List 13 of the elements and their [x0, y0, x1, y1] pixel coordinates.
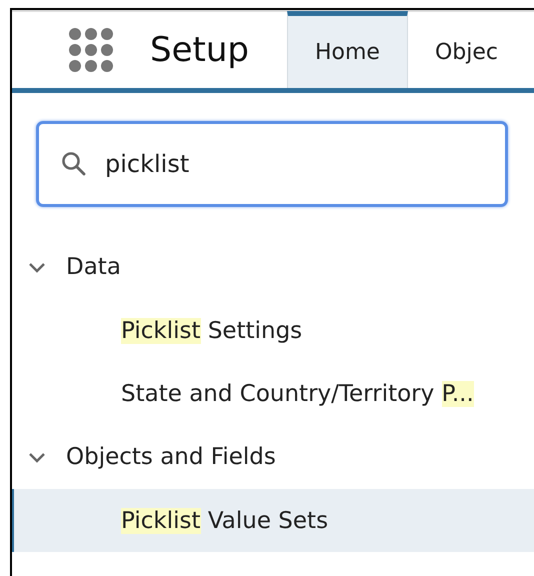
tree-group[interactable]: Objects and Fields: [66, 444, 276, 470]
app-title: Setup: [150, 30, 249, 70]
search-field[interactable]: picklist: [36, 121, 508, 207]
tree-item[interactable]: Picklist Settings: [121, 318, 302, 344]
nav-tab[interactable]: Objec: [408, 11, 525, 88]
search-icon: [61, 151, 87, 177]
tree-item[interactable]: State and Country/Territory P...: [121, 380, 474, 406]
nav-tab[interactable]: Home: [286, 11, 408, 88]
chevron-icon[interactable]: [28, 262, 46, 272]
app-launcher-icon[interactable]: [68, 28, 114, 72]
chevron-icon[interactable]: [28, 452, 46, 462]
tree-group[interactable]: Data: [66, 254, 121, 280]
tree-item[interactable]: Picklist Value Sets: [121, 508, 328, 534]
